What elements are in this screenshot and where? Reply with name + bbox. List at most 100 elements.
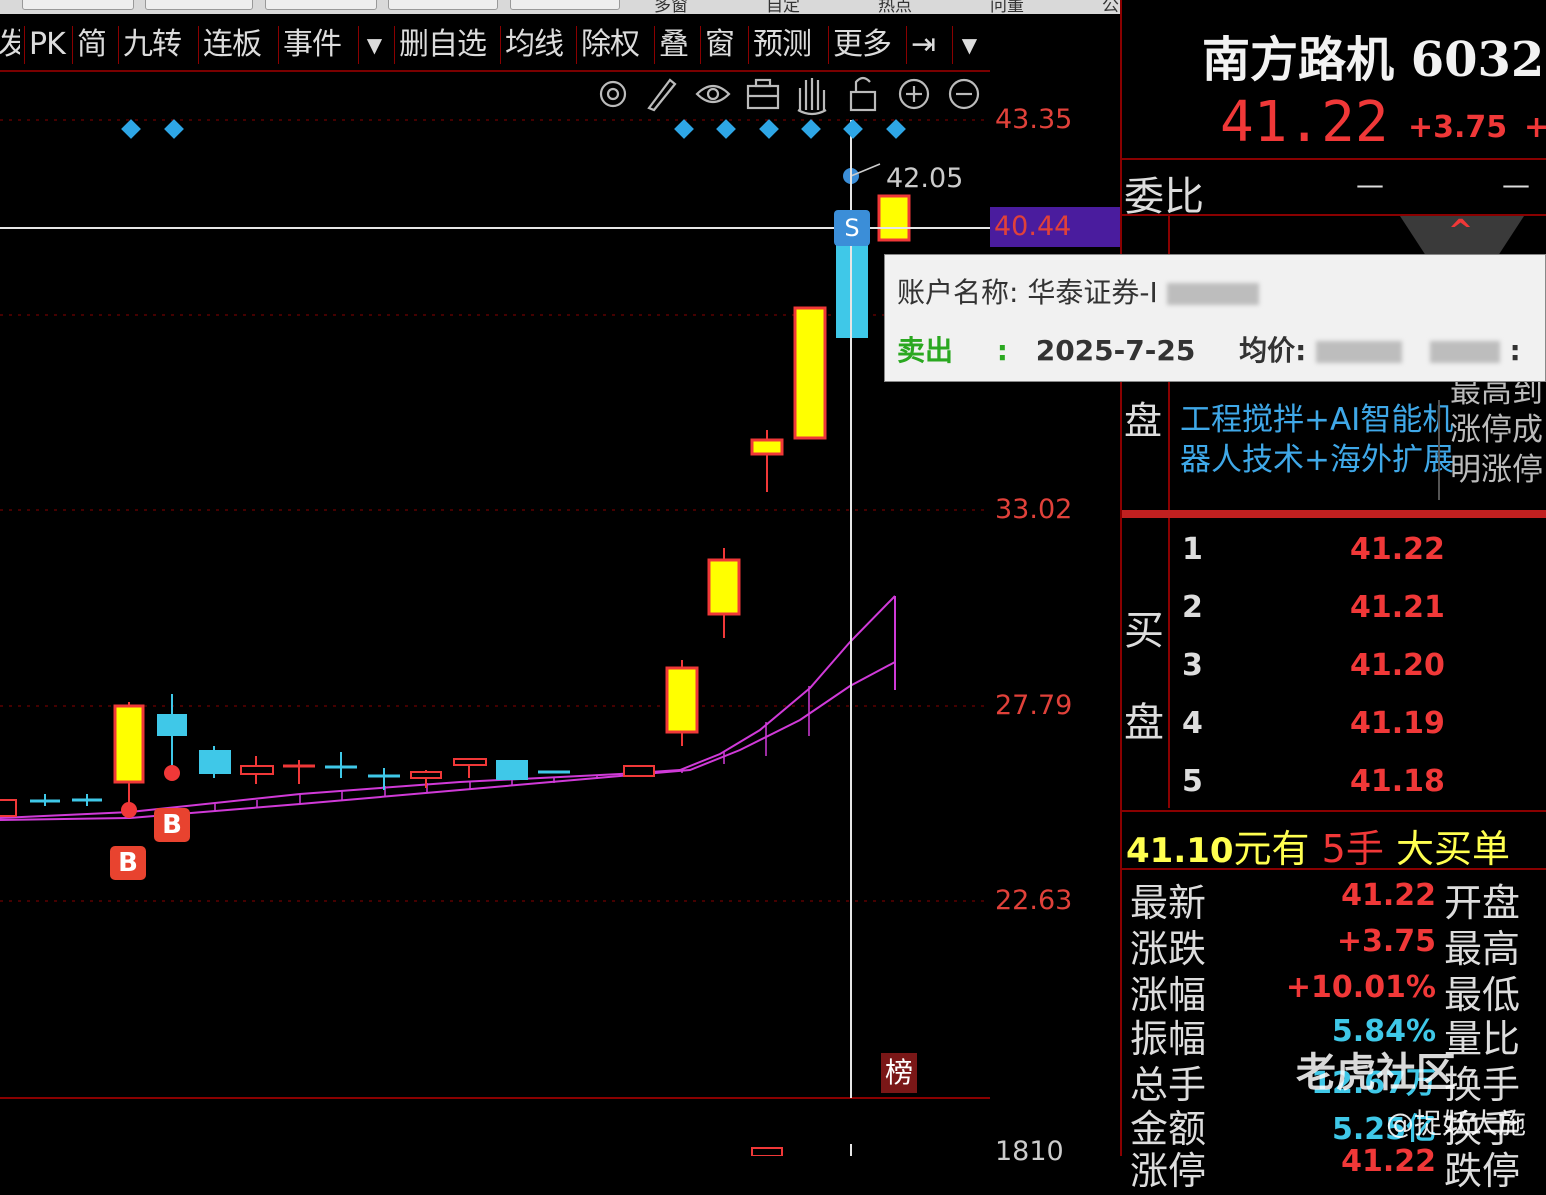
candle[interactable]	[877, 194, 911, 242]
top-button[interactable]	[510, 0, 620, 10]
big-order-unit: 元有	[1233, 827, 1310, 871]
stock-change-pct: +	[1524, 110, 1546, 145]
candle[interactable]	[623, 765, 655, 777]
top-button[interactable]	[22, 0, 134, 10]
candle[interactable]	[199, 746, 231, 778]
candle[interactable]	[0, 799, 17, 817]
bid-price[interactable]: 41.21	[1350, 590, 1445, 625]
buy-marker[interactable]: B	[110, 846, 146, 880]
chevron-up-icon[interactable]: ^	[1448, 214, 1473, 249]
candle[interactable]	[453, 758, 487, 778]
tooltip-account-value: 华泰证券-Ⅰ	[1027, 276, 1158, 309]
price-axis-label: 22.63	[995, 885, 1073, 916]
high-callout: 42.05	[886, 163, 964, 194]
toolbar-item-overlay[interactable]: 叠	[654, 26, 697, 64]
redacted-block	[1316, 341, 1403, 363]
sell-marker[interactable]: S	[834, 210, 870, 246]
candle[interactable]	[665, 660, 699, 746]
top-button[interactable]	[265, 0, 377, 10]
stat-label: 跌停	[1444, 1149, 1521, 1193]
chevron-down-icon[interactable]: ▼	[952, 26, 985, 64]
gear-icon[interactable]	[599, 80, 627, 108]
concept-text[interactable]: 器人技术+海外扩展	[1180, 434, 1454, 479]
hand-icon[interactable]	[797, 78, 827, 116]
chevron-down-icon[interactable]: ▼	[358, 26, 389, 64]
rank-marker[interactable]: 榜	[881, 1053, 917, 1093]
candle[interactable]	[240, 756, 274, 784]
toolbar-item[interactable]: 发	[0, 26, 20, 64]
limit-info: 明涨停	[1450, 452, 1543, 488]
cursor-price-label: 40.44	[990, 207, 1120, 247]
toolbar-item-predict[interactable]: 预测	[748, 26, 825, 64]
price-axis-label: 33.02	[995, 494, 1073, 525]
toolbar-item-remove-watchlist[interactable]: 删自选	[394, 26, 499, 64]
toolbox-icon[interactable]	[746, 78, 780, 110]
menu-item[interactable]: 热点	[878, 0, 912, 14]
candle[interactable]	[793, 306, 827, 440]
toolbar-item-ex-rights[interactable]: 除权	[576, 26, 651, 64]
eye-icon[interactable]	[695, 84, 731, 104]
toolbar-item-nine-turn[interactable]: 九转	[118, 26, 195, 64]
candle[interactable]	[30, 794, 60, 806]
tooltip-account-row: 账户名称: 华泰证券-Ⅰ	[897, 271, 1259, 311]
menu-item[interactable]: 问董	[990, 0, 1024, 14]
candle[interactable]	[283, 760, 315, 784]
redacted-block	[1429, 341, 1500, 363]
toolbar-item-events[interactable]: 事件	[278, 26, 355, 64]
tooltip-colon: :	[996, 334, 1008, 367]
zoom-out-icon[interactable]	[948, 78, 980, 110]
top-button[interactable]	[388, 0, 498, 10]
bid-side-label: 盘	[1124, 700, 1164, 746]
stat-value: +10.01%	[1285, 970, 1436, 1005]
trade-tooltip: 账户名称: 华泰证券-Ⅰ 卖出 : 2025-7-25 均价: :	[884, 254, 1546, 382]
zoom-in-icon[interactable]	[898, 78, 930, 110]
stock-name: 南方路机 6032	[1202, 32, 1545, 88]
toolbar-item-consecutive[interactable]: 连板	[198, 26, 275, 64]
redacted-block	[1166, 283, 1259, 305]
toolbar-item-pk[interactable]: PK	[24, 26, 69, 64]
bid-level: 5	[1182, 764, 1203, 799]
toolbar-item-window[interactable]: 窗	[700, 26, 743, 64]
candle[interactable]	[707, 548, 741, 638]
bid-price[interactable]: 41.19	[1350, 706, 1445, 741]
candle[interactable]	[325, 752, 357, 778]
big-order-price: 41.10	[1126, 831, 1234, 871]
stock-price: 41.22	[1220, 90, 1389, 155]
pen-icon[interactable]	[647, 78, 677, 112]
candle[interactable]	[157, 694, 187, 770]
buy-dot	[164, 765, 180, 781]
bid-side-label: 买	[1124, 608, 1164, 654]
stat-label: 涨停	[1130, 1149, 1207, 1193]
candle[interactable]	[72, 794, 102, 806]
big-order-label: 大买单	[1395, 827, 1510, 871]
concept-text[interactable]: 工程搅拌+AI智能机	[1180, 394, 1453, 439]
collapse-right-icon[interactable]: ⇥	[906, 26, 951, 64]
bid-price[interactable]: 41.18	[1350, 764, 1445, 799]
stat-value: 41.22	[1341, 1144, 1436, 1179]
big-order-line[interactable]: 41.10元有 5手 大买单	[1126, 818, 1510, 873]
lock-icon[interactable]	[849, 76, 877, 112]
toolbar-item-simple[interactable]: 简	[72, 26, 115, 64]
bid-price[interactable]: 41.22	[1350, 532, 1445, 567]
price-axis-label: 43.35	[995, 104, 1073, 135]
buy-marker[interactable]: B	[154, 808, 190, 842]
menu-item[interactable]: 自定	[766, 0, 800, 14]
chart-toolbar: 发 PK 简 九转 连板 事件 ▼ 删自选 均线 除权 叠 窗 预测 更多 ⇥ …	[0, 14, 990, 72]
weibi-value: —	[1356, 168, 1384, 201]
volume-axis-label: 1810	[995, 1136, 1064, 1167]
volume-bar	[751, 1147, 783, 1156]
toolbar-item-ma[interactable]: 均线	[500, 26, 573, 64]
tooltip-avg-label: 均价:	[1239, 334, 1307, 367]
top-button[interactable]	[145, 0, 253, 10]
candle[interactable]	[496, 760, 528, 780]
price-axis-label: 27.79	[995, 690, 1073, 721]
weibi-diff: —	[1502, 168, 1530, 201]
bid-level: 1	[1182, 532, 1203, 567]
tooltip-account-label: 账户名称:	[897, 276, 1019, 309]
stat-value: 41.22	[1341, 878, 1436, 913]
candle[interactable]	[750, 430, 784, 492]
bid-price[interactable]: 41.20	[1350, 648, 1445, 683]
menu-item[interactable]: 多窗	[654, 0, 688, 14]
candle[interactable]	[113, 702, 145, 810]
toolbar-item-more[interactable]: 更多	[828, 26, 903, 64]
